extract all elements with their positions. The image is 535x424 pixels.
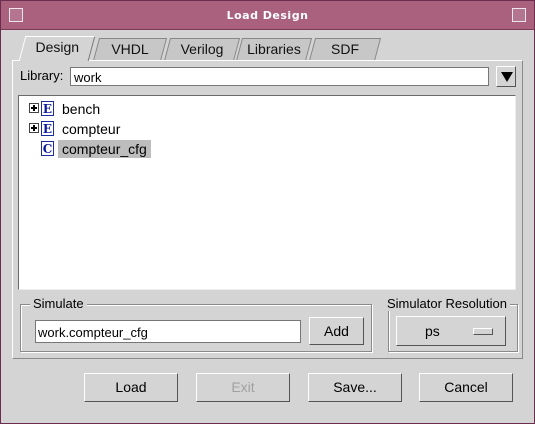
option-menu-indicator-icon — [473, 328, 493, 335]
tab-vhdl[interactable]: VHDL — [92, 38, 168, 61]
tree-item-label: compteur_cfg — [58, 140, 151, 158]
library-dropdown-button[interactable] — [496, 66, 516, 87]
tab-sdf[interactable]: SDF — [308, 38, 382, 61]
cancel-button[interactable]: Cancel — [419, 373, 513, 402]
entity-icon: E — [41, 101, 54, 116]
window-title: Load Design — [226, 9, 309, 22]
tree-item-compteur-cfg[interactable]: C compteur_cfg — [29, 140, 229, 158]
tree-item-compteur[interactable]: E compteur — [29, 120, 229, 138]
simulate-input[interactable]: work.compteur_cfg — [35, 320, 301, 343]
configuration-icon: C — [41, 141, 54, 156]
save-button[interactable]: Save... — [308, 373, 402, 402]
tab-vhdl-label: VHDL — [111, 41, 149, 57]
tab-verilog[interactable]: Verilog — [163, 38, 241, 61]
tab-sdf-label: SDF — [331, 41, 359, 57]
library-label: Library: — [20, 68, 64, 83]
entity-icon: E — [41, 121, 54, 136]
exit-button[interactable]: Exit — [196, 373, 290, 402]
expand-plus-icon[interactable] — [29, 123, 39, 133]
resolution-value: ps — [425, 323, 440, 339]
load-button[interactable]: Load — [84, 373, 178, 402]
title-bar[interactable]: Load Design — [1, 1, 534, 30]
tab-design[interactable]: Design — [18, 36, 96, 61]
tab-design-label: Design — [35, 39, 80, 55]
simulate-group-label: Simulate — [30, 296, 87, 311]
tab-bar: Design VHDL Verilog Libraries SDF — [18, 36, 518, 61]
tab-verilog-label: Verilog — [180, 41, 224, 57]
design-tree[interactable]: E bench E compteur C compteur_cfg — [18, 95, 516, 290]
tab-libraries-label: Libraries — [247, 41, 301, 57]
resolution-option-menu[interactable]: ps — [396, 316, 506, 346]
expand-plus-icon[interactable] — [29, 103, 39, 113]
window-close-icon[interactable] — [512, 8, 526, 22]
tab-libraries[interactable]: Libraries — [235, 38, 313, 61]
tree-item-label: bench — [62, 101, 101, 117]
add-button[interactable]: Add — [309, 317, 364, 345]
library-field[interactable]: work — [70, 67, 489, 86]
tree-item-label: compteur — [62, 121, 121, 137]
tree-item-bench[interactable]: E bench — [29, 100, 229, 118]
simulator-resolution-label: Simulator Resolution — [384, 296, 510, 311]
